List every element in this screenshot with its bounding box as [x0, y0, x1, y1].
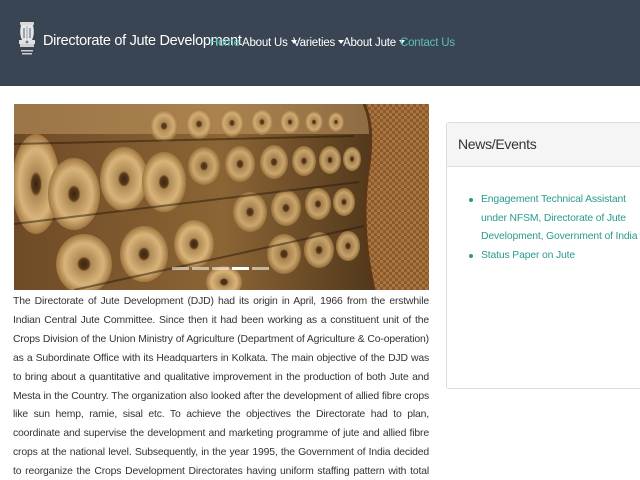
slider-indicator[interactable]: [172, 267, 189, 270]
nav-varieties[interactable]: Varieties: [293, 37, 345, 49]
nav-about-jute-label: About Jute: [343, 37, 396, 49]
news-list: Engagement Technical Assistant under NFS…: [447, 167, 640, 265]
nav-contact-us-label: Contact Us: [400, 37, 455, 49]
slider-indicator-active[interactable]: [232, 267, 249, 270]
nav-about-jute[interactable]: About Jute: [343, 37, 405, 49]
news-item: Engagement Technical Assistant under NFS…: [469, 191, 640, 247]
news-events-heading: News/Events: [447, 123, 640, 167]
news-link-status-paper-on-jute[interactable]: Status Paper on Jute: [481, 250, 575, 261]
nav-contact-us[interactable]: Contact Us: [400, 37, 455, 49]
site-header: Directorate of Jute Development Home Abo…: [0, 0, 640, 86]
slider-indicator[interactable]: [212, 267, 229, 270]
news-item: Status Paper on Jute: [469, 247, 640, 266]
jute-spools-image: [14, 104, 429, 290]
slider-indicator[interactable]: [252, 267, 269, 270]
nav-varieties-label: Varieties: [293, 37, 336, 49]
image-slider[interactable]: [14, 104, 429, 290]
nav-home-label: Home: [210, 37, 240, 49]
bullet-icon: [469, 198, 473, 202]
slider-indicator[interactable]: [192, 267, 209, 270]
nav-about-us-label: About Us: [242, 37, 288, 49]
news-link-engagement-technical-assistant[interactable]: Engagement Technical Assistant under NFS…: [481, 194, 637, 242]
nav-about-us[interactable]: About Us: [242, 37, 297, 49]
news-events-panel: News/Events Engagement Technical Assista…: [446, 122, 640, 389]
bullet-icon: [469, 253, 473, 258]
national-emblem-icon[interactable]: [16, 20, 38, 64]
about-djd-paragraph: The Directorate of Jute Development (DJD…: [13, 296, 429, 478]
nav-home[interactable]: Home: [210, 37, 240, 49]
